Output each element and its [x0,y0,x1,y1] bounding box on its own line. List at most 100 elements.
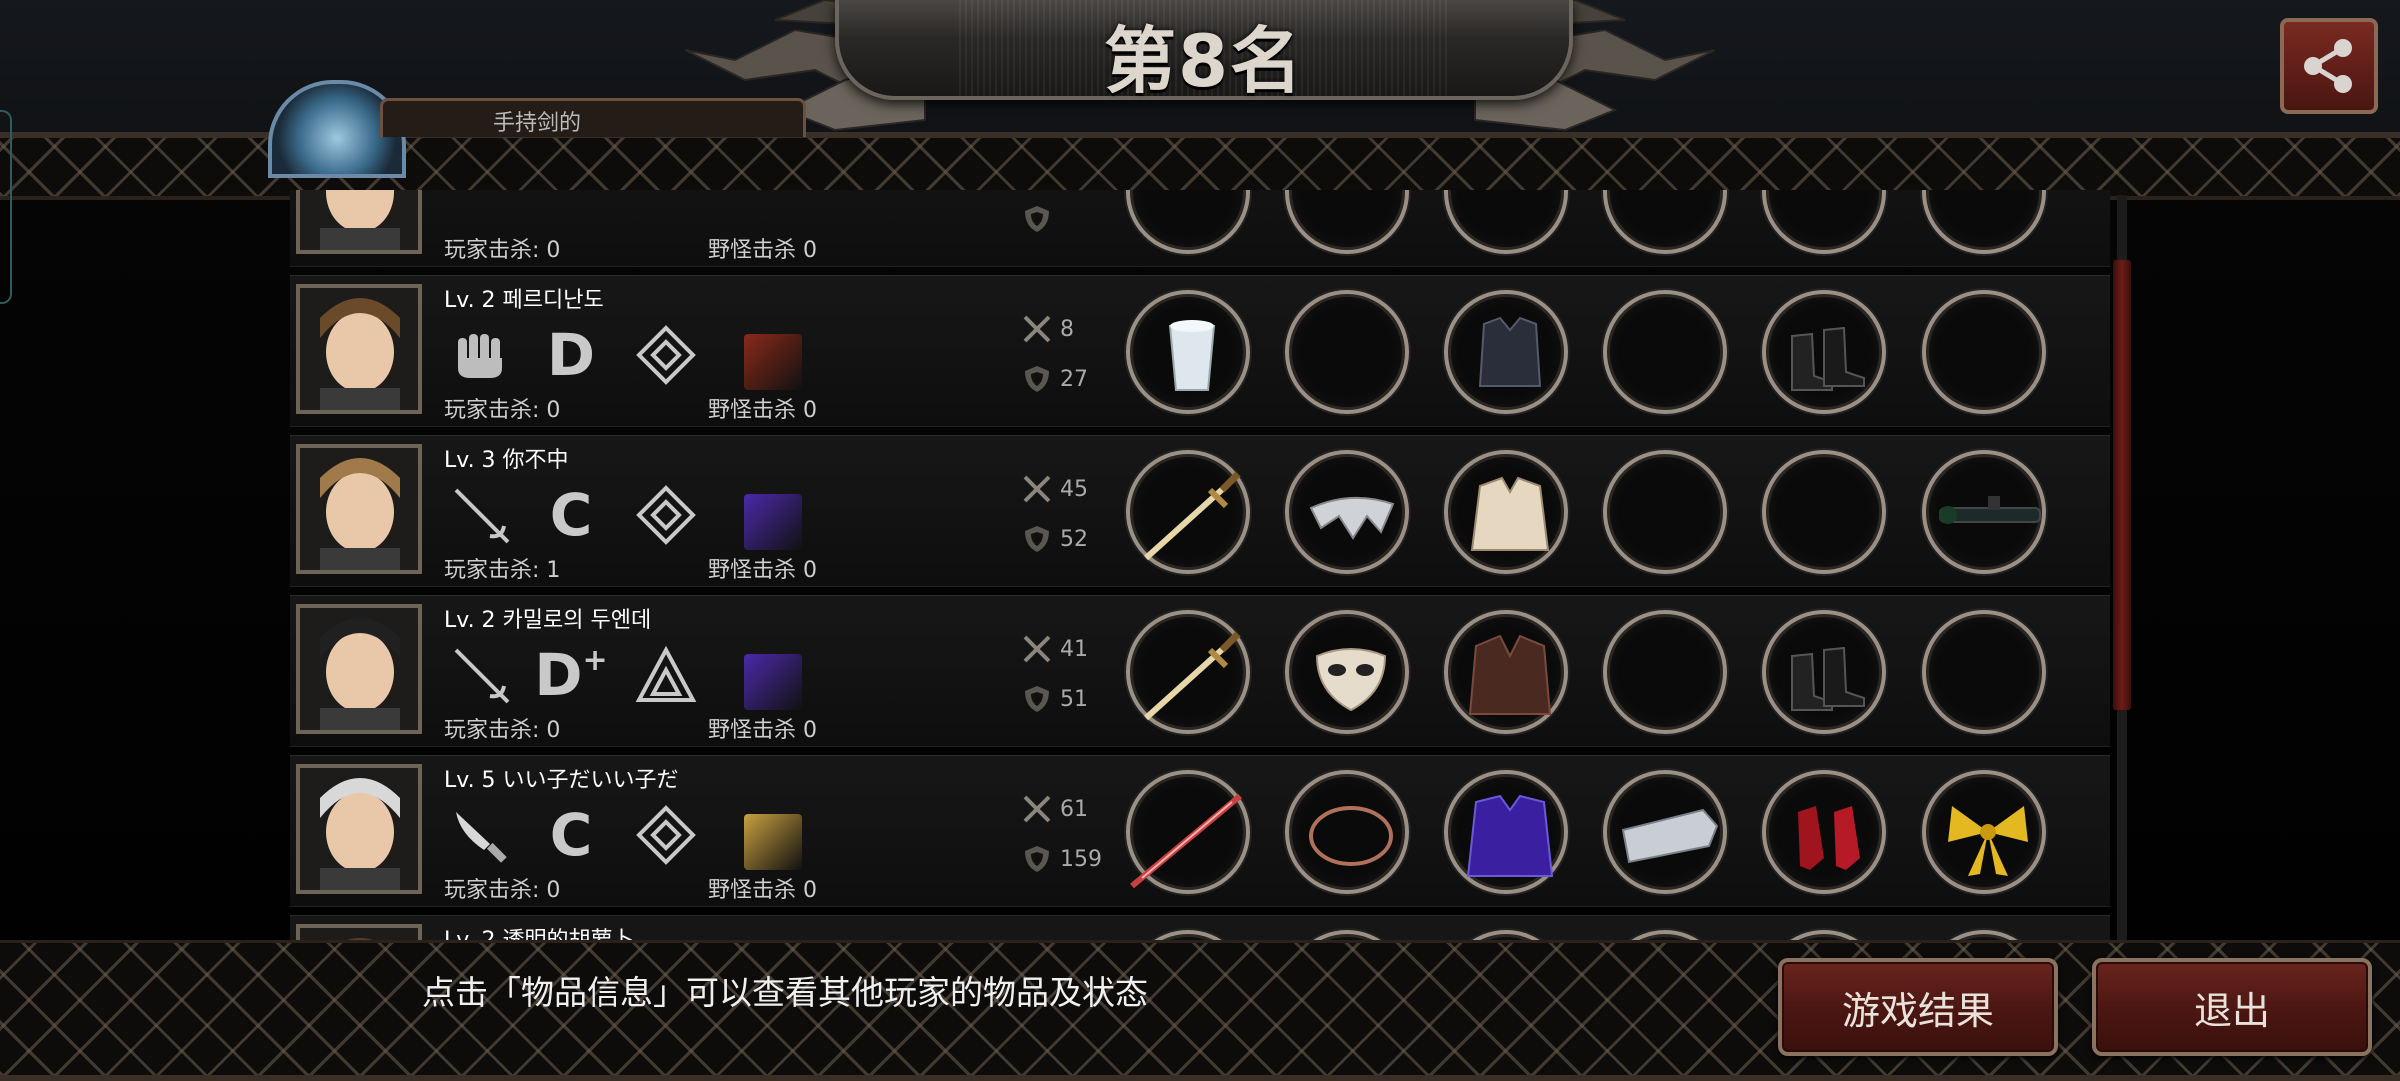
player-row[interactable]: Lv. 2 透明的胡萝卜D+19 [290,915,2110,940]
game-result-button[interactable]: 游戏结果 [1778,958,2058,1056]
equipment-slot-tiara[interactable] [1285,450,1410,574]
equipment-slot-robe[interactable] [1444,770,1569,894]
equipment-slot-empty[interactable] [1921,290,2046,414]
player-row[interactable]: 玩家击杀: 0野怪击杀 032 [290,190,2110,267]
equipment-slot-mask[interactable] [1285,930,1410,940]
ribbon-icon [1947,806,2028,876]
equipment-slot-mask[interactable] [1285,610,1410,734]
equipment-slot-empty[interactable] [1603,290,1728,414]
equipment-slot-red-blade[interactable] [1126,770,1250,894]
equipment-slot-combat-boots[interactable] [1762,290,1887,414]
monster-kills: 野怪击杀 0 [708,238,817,263]
crossed-swords-icon [1023,475,1051,503]
character-portrait[interactable] [296,924,422,940]
equipment-slot-leather-jacket[interactable] [1444,610,1569,734]
fist-icon [450,324,512,386]
rank-title: 第8名 [1103,19,1305,103]
equipment-slot-empty[interactable] [1762,450,1887,574]
share-button[interactable] [2280,18,2378,114]
character-portrait[interactable] [296,444,422,574]
equipment-slot-armor-vest[interactable] [1444,290,1569,414]
equipment-slot-bracer[interactable] [1603,930,1728,940]
equipment-slot-armor-vest[interactable] [1444,930,1569,940]
player-kills: 玩家击杀: 1 [444,558,561,583]
defense-stat: 159 [1022,844,1102,874]
level-and-name: Lv. 5 いい子だいい子だ [444,768,679,793]
equipment-slot-combat-boots[interactable] [1762,610,1887,734]
equipment-slot-sword[interactable] [1126,450,1250,574]
side-tab-handle[interactable] [0,110,12,304]
team-emblem-icon [744,814,802,870]
player-row[interactable]: Lv. 3 你不中 C 玩家击杀: 1 野怪击杀 0 45 52 [290,435,2110,587]
equipment-slot-empty[interactable] [1921,190,2046,254]
monster-kills: 野怪击杀 0 [708,398,817,423]
player-row[interactable]: Lv. 2 카밀로의 두엔데 D+ 玩家击杀: 0 野怪击杀 0 41 51 [290,595,2110,747]
team-emblem-icon [744,334,802,390]
attack-value: 8 [1060,316,1074,342]
shield-icon [1025,846,1049,872]
crossed-swords-icon [1023,635,1051,663]
equipment-slot-empty[interactable] [1126,190,1250,254]
player-kills: 玩家击杀: 0 [444,398,561,423]
equipment-slot-empty[interactable] [1921,610,2046,734]
equipment-slot-circlet[interactable] [1285,770,1410,894]
equipment-slot-empty[interactable] [1285,190,1410,254]
grade-plus: + [582,643,608,678]
jacket-icon [1471,476,1550,551]
equipment-slot-scope[interactable] [1921,450,2046,574]
equipment-slot-cup[interactable] [1126,290,1250,414]
character-portrait[interactable] [296,604,422,734]
equipment-slot-empty[interactable] [1285,290,1410,414]
equipment-slot-sneakers[interactable] [1762,930,1887,940]
grade-letter: D [534,641,583,709]
player-row[interactable]: Lv. 5 いい子だいい子だ C 玩家击杀: 0 野怪击杀 0 61 159 [290,755,2110,907]
attack-value: 41 [1060,636,1088,662]
level-and-name: Lv. 2 카밀로의 두엔데 [444,608,652,633]
mask-icon [1281,926,1421,940]
scrollbar-thumb[interactable] [2113,260,2131,710]
monster-kills: 野怪击杀 0 [708,718,817,743]
robe-icon [1467,794,1554,877]
ribbon-icon [1918,926,2058,940]
character-portrait[interactable] [296,764,422,894]
equipment-slot-empty[interactable] [1603,190,1728,254]
equipment-slot-empty[interactable] [1603,610,1728,734]
attack-stat: 61 [1022,794,1088,824]
equipment-slot-empty[interactable] [1603,450,1728,574]
hint-text: 点击「物品信息」可以查看其他玩家的物品及状态 [422,973,1148,1012]
character-portrait[interactable] [296,190,422,254]
profile-name: 手持剑的 [493,111,582,136]
grade-letter: D [546,321,596,389]
sword-icon [1143,471,1241,561]
sneakers-icon [1758,926,1898,940]
grade-badge: C [540,484,602,546]
character-portrait[interactable] [296,284,422,414]
equipment-slot-heels[interactable] [1762,770,1887,894]
equipment-slot-ribbon[interactable] [1921,770,2046,894]
gun-icon [1122,926,1262,940]
scrollbar[interactable] [2113,195,2131,940]
sword-icon [1143,631,1241,721]
equipment-slot-jacket[interactable] [1444,450,1569,574]
player-list[interactable]: 玩家击杀: 0野怪击杀 032Lv. 2 페르디난도D玩家击杀: 0野怪击杀 0… [290,190,2110,940]
equipment-slot-empty[interactable] [1762,190,1887,254]
scope-icon [1938,496,2041,524]
equipment-slot-gun[interactable] [1126,930,1250,940]
monster-kills: 野怪击杀 0 [708,878,817,903]
equipment-slot-sword[interactable] [1126,610,1250,734]
armor-vest-icon [1479,316,1542,387]
rank-title-plate: 第8名 [835,0,1573,103]
equipment-slot-ribbon[interactable] [1921,930,2046,940]
defense-value: 159 [1060,846,1102,872]
attack-stat: 41 [1022,634,1088,664]
grade-letter: C [549,481,593,549]
equipment-slot-empty[interactable] [1444,190,1569,254]
rapier-icon [450,644,512,706]
exit-button[interactable]: 退出 [2092,958,2372,1056]
triangle-rank-icon [635,644,697,706]
diamond-rank-icon [635,484,697,546]
player-row[interactable]: Lv. 2 페르디난도 D 玩家击杀: 0 野怪击杀 0 8 27 [290,275,2110,427]
player-kills: 玩家击杀: 0 [444,878,561,903]
grade-badge: D [540,324,602,386]
equipment-slot-gauntlet[interactable] [1603,770,1728,894]
